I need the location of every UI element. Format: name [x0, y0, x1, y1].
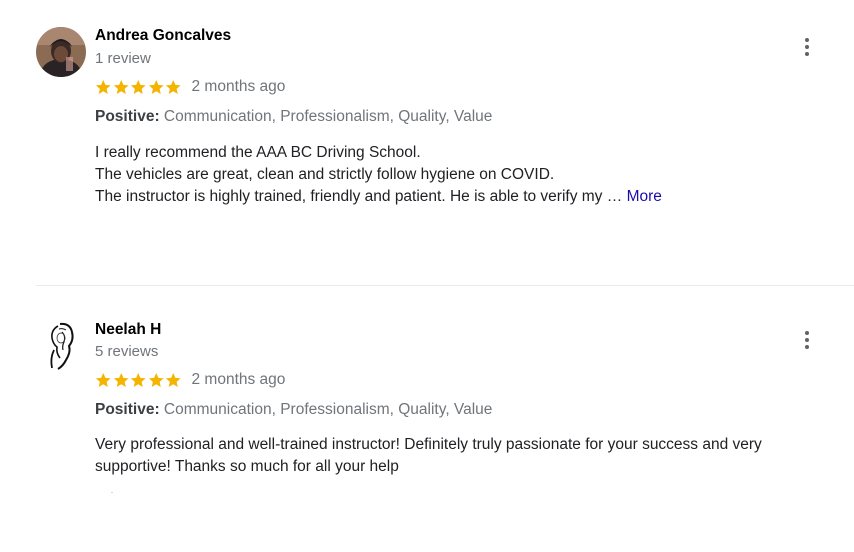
star-icon: [148, 79, 164, 94]
reviewer-review-count[interactable]: 5 reviews: [95, 343, 158, 360]
more-vert-icon: [805, 38, 809, 42]
rating-row: 2 months ago: [95, 78, 285, 96]
more-options-button[interactable]: [796, 328, 818, 352]
more-vert-icon-dot: [805, 52, 809, 56]
divider-fragment: [111, 492, 113, 493]
positive-attributes: Positive: Communication, Professionalism…: [95, 108, 492, 126]
star-icon: [148, 372, 164, 387]
attributes-value: Communication, Professionalism, Quality,…: [163, 401, 493, 418]
more-vert-icon-dot: [805, 345, 809, 349]
review-date: 2 months ago: [191, 371, 286, 388]
review-text: I really recommend the AAA BC Driving Sc…: [95, 142, 815, 208]
more-vert-icon-dot: [805, 45, 809, 49]
star-icon: [165, 372, 181, 387]
star-icon: [95, 79, 111, 94]
review-text-line: I really recommend the AAA BC Driving Sc…: [95, 144, 421, 161]
star-icon: [113, 372, 129, 387]
review-date: 2 months ago: [191, 78, 286, 95]
attributes-value: Communication, Professionalism, Quality,…: [163, 108, 493, 125]
reviewer-name[interactable]: Neelah H: [95, 321, 161, 339]
reviewer-avatar[interactable]: [36, 27, 86, 77]
attributes-label: Positive:: [95, 401, 160, 418]
star-icon: [95, 372, 111, 387]
more-vert-icon: [805, 331, 809, 335]
review-card: Neelah H 5 reviews 2 months ago Positive…: [0, 286, 854, 552]
more-vert-icon-dot: [805, 338, 809, 342]
star-rating: [95, 79, 182, 96]
star-icon: [130, 372, 146, 387]
more-options-button[interactable]: [796, 35, 818, 59]
review-text: Very professional and well-trained instr…: [95, 434, 815, 478]
reviewer-avatar[interactable]: [36, 320, 86, 370]
star-icon: [113, 79, 129, 94]
positive-attributes: Positive: Communication, Professionalism…: [95, 401, 492, 419]
review-card: Andrea Goncalves 1 review 2 months ago P…: [0, 0, 854, 285]
review-text-line-content: The instructor is highly trained, friend…: [95, 188, 623, 205]
more-link[interactable]: More: [627, 188, 662, 205]
review-text-line: The vehicles are great, clean and strict…: [95, 166, 555, 183]
review-text-line: Very professional and well-trained instr…: [95, 436, 762, 453]
reviewer-name[interactable]: Andrea Goncalves: [95, 27, 231, 45]
star-icon: [130, 79, 146, 94]
review-text-line: The instructor is highly trained, friend…: [95, 186, 815, 208]
rating-row: 2 months ago: [95, 371, 285, 389]
reviewer-review-count[interactable]: 1 review: [95, 50, 151, 67]
star-rating: [95, 372, 182, 389]
star-icon: [165, 79, 181, 94]
attributes-label: Positive:: [95, 108, 160, 125]
review-text-line: supportive! Thanks so much for all your …: [95, 458, 399, 475]
